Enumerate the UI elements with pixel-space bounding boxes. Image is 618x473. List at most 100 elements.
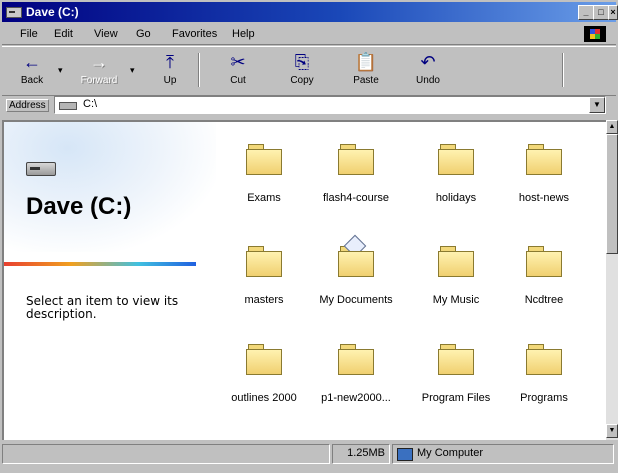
vertical-scrollbar[interactable]: ▲ ▼ [606, 120, 618, 440]
menu-favorites[interactable]: Favorites [172, 28, 217, 40]
toolbar-separator [198, 53, 200, 87]
folder-label: Programs [520, 392, 568, 404]
status-size: 1.25MB [347, 447, 385, 459]
hard-drive-icon [26, 162, 56, 176]
panel-background [4, 122, 216, 252]
folder-label: p1-new2000... [321, 392, 391, 404]
folder-icon [246, 246, 282, 277]
folder-label: masters [244, 294, 284, 306]
folder-view: Dave (C:) Select an item to view its des… [2, 120, 608, 440]
folder-label: holidays [435, 192, 477, 204]
status-pane-zone: My Computer [392, 444, 614, 464]
menu-edit[interactable]: Edit [54, 28, 73, 40]
explorer-window: Dave (C:) _ □ × File Edit View Go Favori… [0, 0, 618, 473]
folder-item[interactable]: host-news [496, 144, 592, 224]
back-dropdown-icon[interactable]: ▾ [58, 65, 63, 76]
close-button[interactable]: × [608, 5, 618, 20]
menu-help[interactable]: Help [232, 28, 255, 40]
folder-icon [526, 144, 562, 175]
scroll-down-icon[interactable]: ▼ [606, 424, 618, 438]
up-button[interactable]: ⤒ Up [146, 51, 194, 91]
folder-icon [246, 144, 282, 175]
folder-icon [338, 344, 374, 375]
my-documents-folder-icon [338, 234, 374, 277]
web-view-panel: Dave (C:) Select an item to view its des… [4, 122, 216, 440]
drive-icon [6, 7, 22, 18]
panel-description: Select an item to view its description. [26, 294, 179, 321]
up-folder-icon: ⤒ [166, 52, 174, 72]
folder-item[interactable]: My Music [408, 246, 504, 326]
folder-icon [338, 144, 374, 175]
menu-file[interactable]: File [20, 28, 38, 40]
address-label: Address [6, 99, 49, 112]
folder-item[interactable]: p1-new2000... [308, 344, 404, 424]
folder-icon [438, 246, 474, 277]
folder-item[interactable]: flash4-course [308, 144, 404, 224]
forward-arrow-icon: → [90, 52, 108, 72]
address-value: C:\ [83, 98, 98, 110]
folder-label: flash4-course [322, 192, 390, 204]
folder-item[interactable]: Program Files [408, 344, 504, 424]
folder-icon [246, 344, 282, 375]
scroll-thumb[interactable] [606, 134, 618, 254]
undo-icon: ↶ [420, 52, 436, 72]
my-computer-icon [397, 448, 413, 461]
menu-bar: File Edit View Go Favorites Help [2, 24, 616, 45]
folder-item[interactable]: masters [216, 246, 312, 326]
status-pane-size: 1.25MB [332, 444, 390, 464]
folder-label: My Music [432, 294, 480, 306]
status-bar: 1.25MB My Computer [2, 442, 616, 466]
folder-icon [438, 344, 474, 375]
scissors-icon: ✂ [230, 52, 246, 72]
panel-title: Dave (C:) [26, 193, 132, 220]
panel-divider [4, 262, 196, 266]
folder-icon [526, 344, 562, 375]
back-label: Back [20, 75, 44, 86]
address-input[interactable]: C:\ ▼ [54, 96, 606, 114]
back-button[interactable]: ← Back [8, 51, 56, 91]
folder-item[interactable]: holidays [408, 144, 504, 224]
folder-label: Program Files [421, 392, 491, 404]
folder-item[interactable]: Ncdtree [496, 246, 592, 326]
folder-label: My Documents [319, 294, 393, 306]
undo-label: Undo [416, 75, 440, 86]
undo-button[interactable]: ↶ Undo [404, 51, 452, 91]
clipboard-icon: 📋 [354, 52, 378, 72]
folder-icon [526, 246, 562, 277]
folder-item[interactable]: Programs [496, 344, 592, 424]
folder-label: Exams [247, 192, 281, 204]
address-bar: Address C:\ ▼ [2, 96, 616, 116]
copy-button[interactable]: ⎘ Copy [278, 51, 326, 91]
folder-item[interactable]: outlines 2000 [216, 344, 312, 424]
minimize-button[interactable]: _ [578, 5, 594, 20]
up-label: Up [163, 75, 177, 86]
menu-go[interactable]: Go [136, 28, 151, 40]
paste-button[interactable]: 📋 Paste [342, 51, 390, 91]
folder-label: outlines 2000 [231, 392, 297, 404]
folder-icon [438, 144, 474, 175]
chevron-down-icon[interactable]: ▼ [589, 97, 605, 113]
title-bar[interactable]: Dave (C:) _ □ × [2, 2, 618, 22]
forward-label: Forward [80, 75, 118, 86]
window-title: Dave (C:) [26, 5, 79, 19]
copy-icon: ⎘ [294, 52, 310, 72]
folder-grid: Exams flash4-course holidays host-news m… [216, 122, 606, 440]
folder-item[interactable]: Exams [216, 144, 312, 224]
scroll-up-icon[interactable]: ▲ [606, 120, 618, 134]
forward-button[interactable]: → Forward [68, 51, 130, 91]
status-pane-main [2, 444, 330, 464]
windows-logo-icon [584, 26, 606, 42]
folder-item[interactable]: My Documents [308, 234, 404, 326]
standard-toolbar: ← Back ▾ → Forward ▾ ⤒ Up ✂ Cut ⎘ Copy 📋… [2, 46, 616, 96]
toolbar-separator [562, 53, 564, 87]
folder-label: host-news [518, 192, 570, 204]
maximize-button[interactable]: □ [593, 5, 609, 20]
drive-icon [59, 102, 77, 110]
menu-view[interactable]: View [94, 28, 118, 40]
copy-label: Copy [290, 75, 314, 86]
cut-label: Cut [230, 75, 246, 86]
forward-dropdown-icon[interactable]: ▾ [130, 65, 135, 76]
paste-label: Paste [353, 75, 379, 86]
cut-button[interactable]: ✂ Cut [214, 51, 262, 91]
status-location: My Computer [417, 447, 484, 459]
